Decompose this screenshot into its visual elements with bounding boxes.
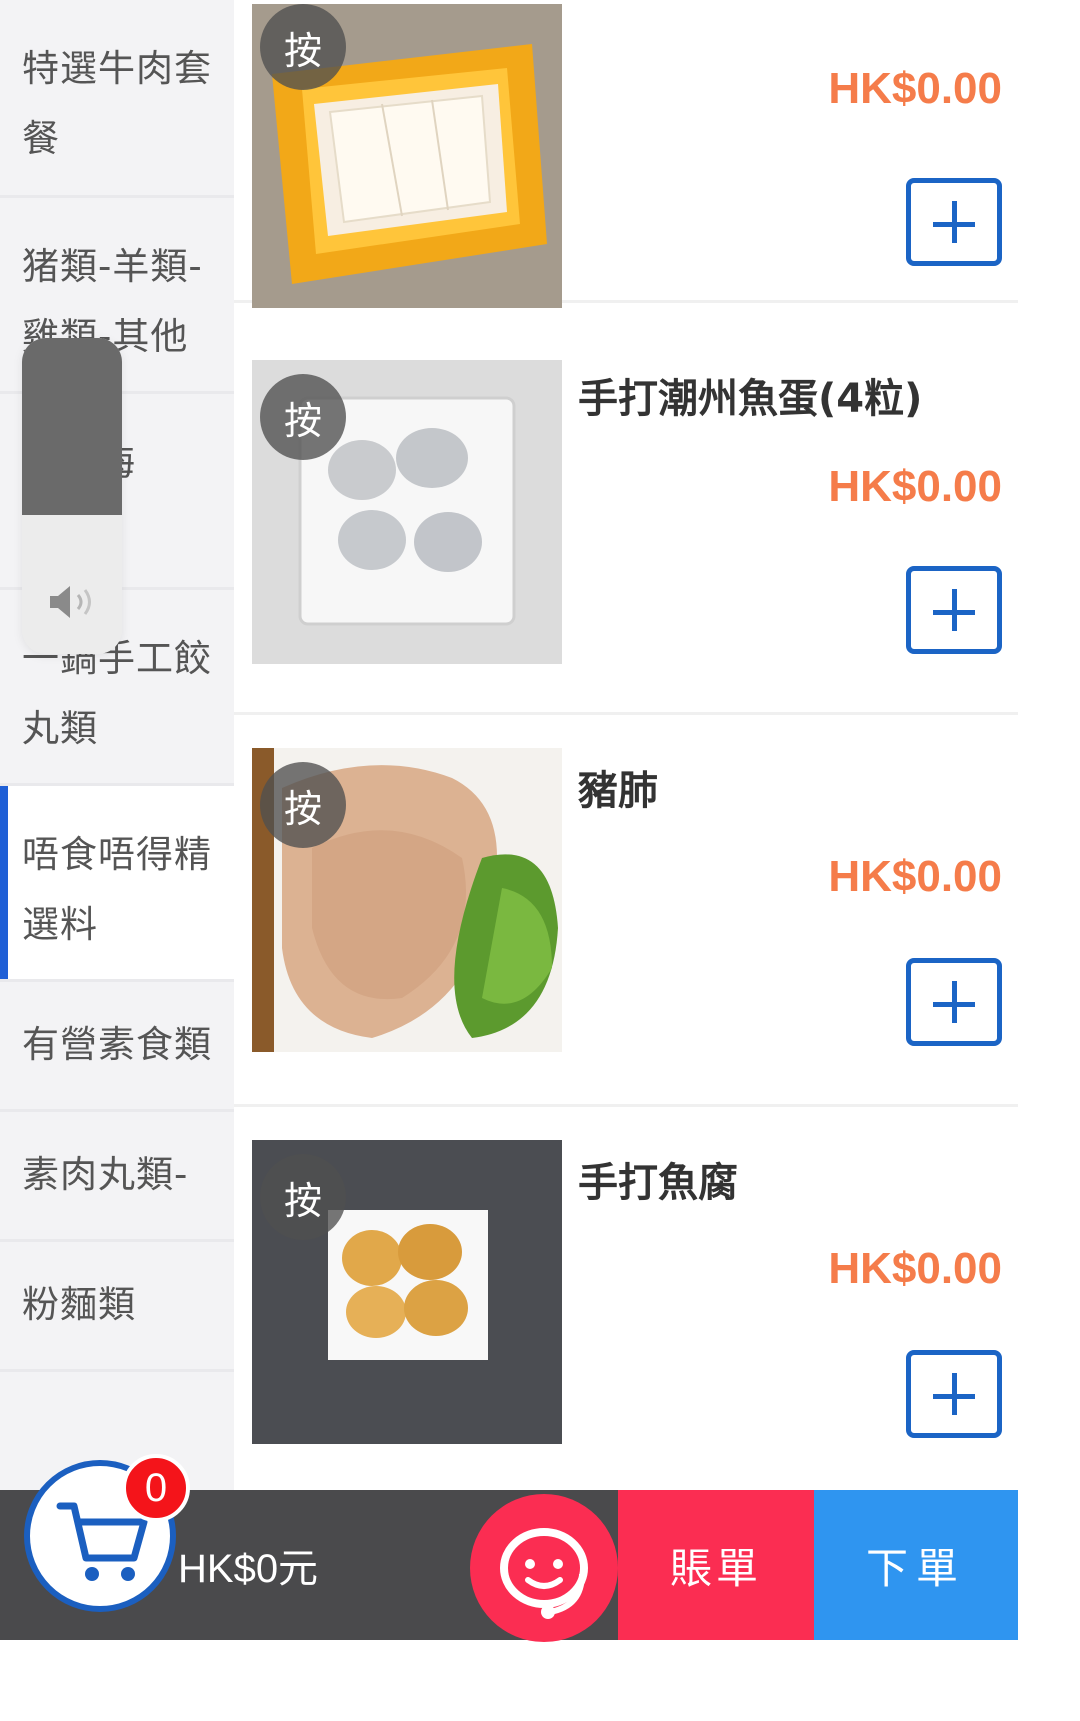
sidebar-item-label: 粉麵類 — [22, 1283, 136, 1326]
item-price: HK$0.00 — [828, 852, 1002, 901]
item-price: HK$0.00 — [828, 64, 1002, 113]
category-sidebar: 特選牛肉套餐 猪類-羊類-雞類-其他 手作海 一鍋手工餃丸類 唔食唔得精選料 有… — [0, 0, 234, 1490]
sidebar-item-must-eat[interactable]: 唔食唔得精選料 — [0, 786, 234, 982]
sidebar-item-label: 有營素食類 — [22, 1023, 212, 1066]
add-to-cart-button[interactable] — [906, 178, 1002, 266]
sidebar-item-label: 唔食唔得精選料 — [22, 833, 212, 946]
bill-button[interactable]: 賬單 — [618, 1490, 814, 1640]
sidebar-item-veg-balls[interactable]: 素肉丸類- — [0, 1112, 234, 1242]
item-name: 豬肺 — [578, 768, 658, 814]
item-photo[interactable]: 按 — [252, 748, 562, 1052]
menu-item[interactable]: 按 手打潮州魚蛋(4粒) HK$0.00 — [234, 320, 1018, 715]
press-badge: 按 — [260, 762, 346, 848]
add-to-cart-button[interactable] — [906, 566, 1002, 654]
cart-count-badge: 0 — [122, 1454, 190, 1522]
app-root: 特選牛肉套餐 猪類-羊類-雞類-其他 手作海 一鍋手工餃丸類 唔食唔得精選料 有… — [0, 0, 1018, 1721]
menu-item[interactable]: 按 HK$0.00 — [234, 0, 1018, 308]
item-photo[interactable]: 按 — [252, 360, 562, 664]
press-badge: 按 — [260, 4, 346, 90]
volume-level-fill — [22, 338, 122, 515]
sidebar-item-label: 特選牛肉套餐 — [22, 47, 212, 160]
sidebar-item-noodles[interactable]: 粉麵類 — [0, 1242, 234, 1372]
item-name: 手打魚腐 — [578, 1160, 738, 1206]
item-price: HK$0.00 — [828, 462, 1002, 511]
customer-service-icon — [500, 1528, 588, 1619]
place-order-button[interactable]: 下單 — [814, 1490, 1018, 1640]
item-price: HK$0.00 — [828, 1244, 1002, 1293]
menu-item[interactable]: 按 手打魚腐 HK$0.00 — [234, 1104, 1018, 1496]
add-to-cart-button[interactable] — [906, 1350, 1002, 1438]
add-to-cart-button[interactable] — [906, 958, 1002, 1046]
right-gutter — [1018, 0, 1080, 1721]
item-photo[interactable]: 按 — [252, 1140, 562, 1444]
sidebar-item-beef-set[interactable]: 特選牛肉套餐 — [0, 0, 234, 198]
volume-overlay[interactable] — [22, 338, 122, 654]
menu-item[interactable]: 按 豬肺 HK$0.00 — [234, 712, 1018, 1107]
sidebar-item-label: 素肉丸類- — [22, 1153, 189, 1196]
sidebar-item-vegetarian[interactable]: 有營素食類 — [0, 982, 234, 1112]
press-badge: 按 — [260, 1154, 346, 1240]
press-badge: 按 — [260, 374, 346, 460]
item-name: 手打潮州魚蛋(4粒) — [578, 376, 923, 422]
speaker-icon — [50, 586, 91, 618]
customer-service-button[interactable] — [470, 1494, 618, 1642]
cart-total: HK$0元 — [178, 1547, 319, 1591]
item-photo[interactable]: 按 — [252, 4, 562, 308]
